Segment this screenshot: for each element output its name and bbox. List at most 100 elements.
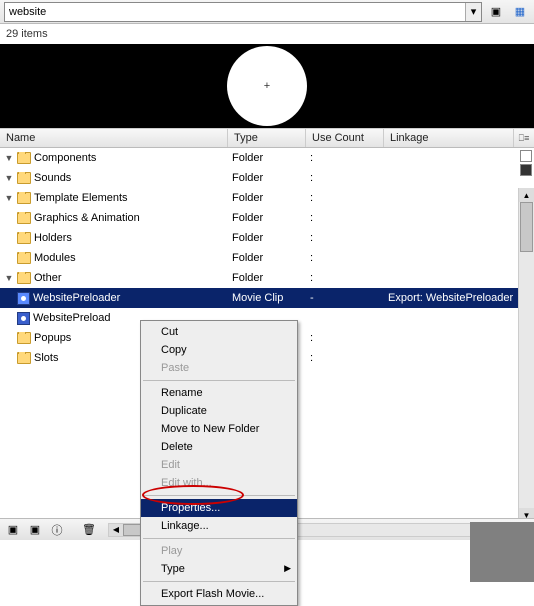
menu-item-play: Play <box>141 542 297 560</box>
column-header-type[interactable]: Type <box>228 129 306 147</box>
scroll-thumb-vertical[interactable] <box>520 202 533 252</box>
search-field[interactable]: ▾ <box>4 2 482 22</box>
menu-item-copy[interactable]: Copy <box>141 341 297 359</box>
row-name-label: Template Elements <box>34 192 128 204</box>
menu-item-type[interactable]: Type▶ <box>141 560 297 578</box>
row-name-label: Sounds <box>34 172 71 184</box>
preview-area: + <box>0 44 534 128</box>
folder-icon <box>17 212 31 224</box>
menu-item-edit-with: Edit with... <box>141 474 297 492</box>
submenu-arrow-icon: ▶ <box>284 563 291 574</box>
menu-item-duplicate[interactable]: Duplicate <box>141 402 297 420</box>
expand-arrow-icon[interactable]: ▼ <box>4 173 14 183</box>
library-row[interactable]: ▼ComponentsFolder: <box>0 148 534 168</box>
movieclip-icon <box>17 312 30 325</box>
row-type-label: Folder <box>228 152 306 164</box>
row-name-label: Holders <box>34 232 72 244</box>
folder-plus-icon: ▣ <box>30 523 40 536</box>
page-icon: ▣ <box>8 523 18 536</box>
library-row[interactable]: WebsitePreloader Movie Clip-Export: Websi… <box>0 288 534 308</box>
pin-toggle-button[interactable]: ▣ <box>486 2 506 22</box>
folder-icon <box>17 332 31 344</box>
sidebar-toggle-1[interactable] <box>520 150 532 162</box>
properties-button[interactable]: ⓘ <box>48 521 66 539</box>
row-name-label: Graphics & Animation <box>34 212 140 224</box>
row-name-label: Modules <box>34 252 76 264</box>
trash-icon: 🗑 <box>82 523 96 536</box>
row-type-label: Movie Clip <box>228 292 306 304</box>
context-menu: Cut Copy Paste Rename Duplicate Move to … <box>140 320 298 606</box>
column-header-end: ⎕≡ <box>514 129 534 147</box>
row-type-label: Folder <box>228 172 306 184</box>
column-header-row: Name Type Use Count Linkage ⎕≡ <box>0 128 534 148</box>
menu-item-linkage[interactable]: Linkage... <box>141 517 297 535</box>
column-header-linkage[interactable]: Linkage <box>384 129 514 147</box>
row-type-label: Folder <box>228 252 306 264</box>
row-use-label: : <box>306 172 384 184</box>
row-use-label: : <box>306 272 384 284</box>
menu-item-paste: Paste <box>141 359 297 377</box>
library-row[interactable]: Modules Folder: <box>0 248 534 268</box>
column-header-use[interactable]: Use Count <box>306 129 384 147</box>
expand-arrow-icon[interactable]: ▼ <box>4 273 14 283</box>
side-controls <box>518 150 534 176</box>
menu-item-delete[interactable]: Delete <box>141 438 297 456</box>
row-type-label: Folder <box>228 232 306 244</box>
column-header-name[interactable]: Name <box>0 129 228 147</box>
scroll-up-button[interactable]: ▲ <box>519 188 534 202</box>
expand-arrow-icon[interactable]: ▼ <box>4 193 14 203</box>
row-type-label: Folder <box>228 272 306 284</box>
delete-button[interactable]: 🗑 <box>80 521 98 539</box>
vertical-scrollbar[interactable]: ▲ ▼ <box>518 188 534 522</box>
menu-item-move[interactable]: Move to New Folder <box>141 420 297 438</box>
row-use-label: : <box>306 212 384 224</box>
folder-icon <box>17 232 31 244</box>
chevron-down-icon: ▾ <box>471 5 477 18</box>
menu-item-properties[interactable]: Properties... <box>141 499 297 517</box>
search-input[interactable] <box>5 3 465 21</box>
folder-icon <box>17 352 31 364</box>
sidebar-toggle-2[interactable] <box>520 164 532 176</box>
row-name-label: WebsitePreload <box>33 312 110 324</box>
row-use-label: : <box>306 252 384 264</box>
obscured-region <box>470 522 534 582</box>
library-row[interactable]: ▼ Sounds Folder: <box>0 168 534 188</box>
row-use-label: : <box>306 192 384 204</box>
row-use-label: : <box>306 332 384 344</box>
menu-item-cut[interactable]: Cut <box>141 323 297 341</box>
row-type-label: Folder <box>228 192 306 204</box>
row-name-label: Components <box>34 152 96 164</box>
menu-item-export[interactable]: Export Flash Movie... <box>141 585 297 603</box>
new-symbol-button[interactable]: ▦ <box>510 2 530 22</box>
folder-icon <box>17 152 31 164</box>
preview-symbol: + <box>227 46 307 126</box>
library-row[interactable]: ▼ Other Folder: <box>0 268 534 288</box>
new-folder-button[interactable]: ▣ <box>26 521 44 539</box>
new-item-button[interactable]: ▣ <box>4 521 22 539</box>
library-row[interactable]: Graphics & AnimationFolder: <box>0 208 534 228</box>
new-icon: ▦ <box>515 5 525 18</box>
row-use-label: - <box>306 292 384 304</box>
menu-item-edit: Edit <box>141 456 297 474</box>
row-name-label: Popups <box>34 332 71 344</box>
row-name-label: Slots <box>34 352 58 364</box>
library-row[interactable]: ▼ Template Elements Folder: <box>0 188 534 208</box>
folder-icon <box>17 192 31 204</box>
row-name-label: WebsitePreloader <box>33 292 120 304</box>
scroll-left-button[interactable]: ◀ <box>109 524 123 536</box>
folder-icon <box>17 272 31 284</box>
menu-item-rename[interactable]: Rename <box>141 384 297 402</box>
expand-arrow-icon[interactable]: ▼ <box>4 153 14 163</box>
folder-icon <box>17 172 31 184</box>
row-name-label: Other <box>34 272 62 284</box>
search-dropdown-button[interactable]: ▾ <box>465 3 481 21</box>
info-icon: ⓘ <box>52 522 63 538</box>
library-row[interactable]: Holders Folder: <box>0 228 534 248</box>
row-use-label: : <box>306 352 384 364</box>
row-linkage-label: Export: WebsitePreloader <box>384 292 534 304</box>
crosshair-icon: + <box>264 80 270 92</box>
toolbar: ▾ ▣ ▦ <box>0 0 534 24</box>
item-count-label: 29 items <box>0 24 534 44</box>
row-use-label: : <box>306 232 384 244</box>
folder-icon <box>17 252 31 264</box>
